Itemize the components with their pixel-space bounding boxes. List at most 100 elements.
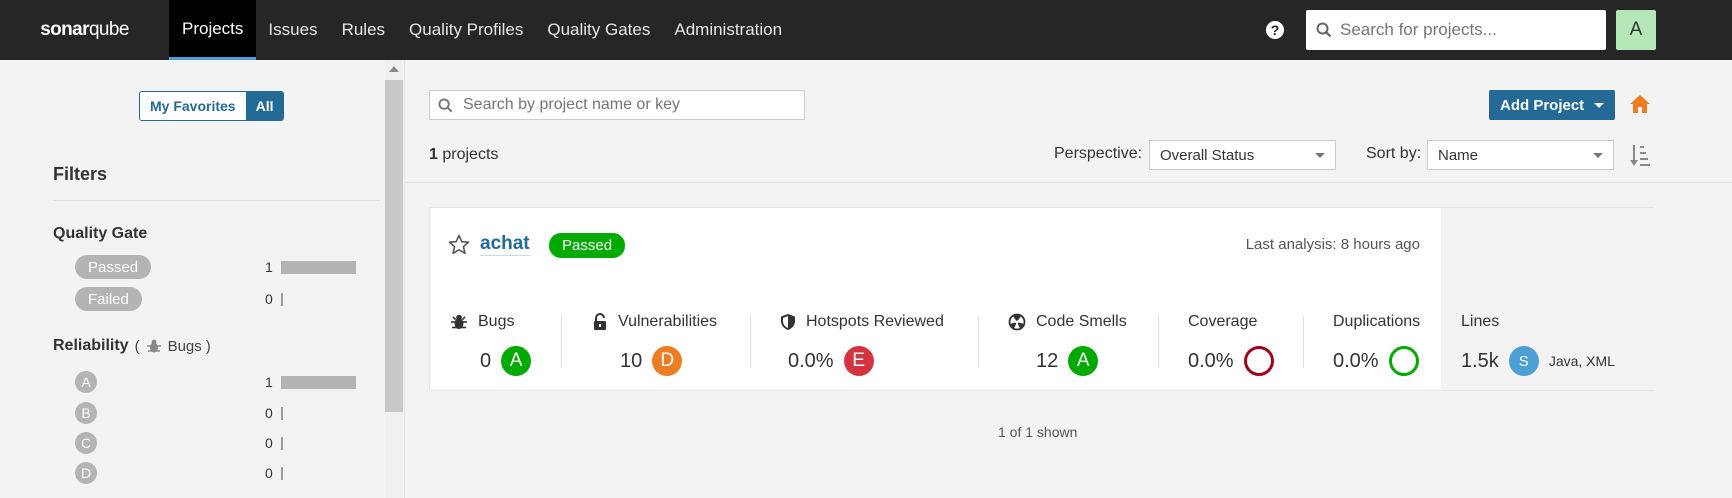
facet-row-rating-c[interactable]: C 0	[75, 430, 357, 456]
measure-duplications[interactable]: Duplications 0.0%	[1333, 312, 1421, 376]
logo-text-bold: sonar	[40, 19, 89, 40]
measure-separator	[978, 316, 979, 368]
global-search-box[interactable]	[1306, 10, 1606, 50]
top-navbar: sonar qube Projects Issues Rules Quality …	[0, 0, 1732, 60]
add-project-label: Add Project	[1500, 96, 1585, 114]
facet-bar	[281, 292, 283, 306]
measure-value: 0.0%	[1188, 346, 1274, 376]
measure-bugs[interactable]: Bugs 0 A	[450, 312, 532, 376]
scroll-up-arrow-icon[interactable]	[389, 66, 399, 72]
code-smells-value: 12	[1036, 349, 1059, 372]
project-search-input[interactable]	[463, 96, 793, 114]
project-search-box[interactable]	[429, 90, 805, 120]
measure-separator	[1303, 316, 1304, 368]
facet-count: 0	[265, 405, 273, 421]
header-divider	[405, 182, 1732, 183]
nav-quality-profiles[interactable]: Quality Profiles	[397, 0, 535, 60]
facet-row-rating-b[interactable]: B 0	[75, 400, 357, 426]
favorites-toggle: My Favorites All	[139, 91, 285, 121]
reliability-close-paren: )	[205, 337, 211, 355]
bug-icon	[451, 314, 467, 329]
bug-icon	[146, 339, 161, 353]
project-name-link[interactable]: achat	[480, 233, 530, 256]
facet-count: 0	[265, 465, 273, 481]
lock-icon	[594, 313, 606, 330]
home-icon[interactable]	[1629, 94, 1651, 114]
nav-administration[interactable]: Administration	[662, 0, 794, 60]
star-icon[interactable]	[448, 234, 470, 255]
measure-label: Bugs	[450, 312, 514, 332]
measure-label: Code Smells	[1008, 312, 1127, 332]
facet-bar	[281, 375, 356, 389]
measure-separator	[750, 316, 751, 368]
quality-gate-facet-title: Quality Gate	[53, 225, 148, 242]
sort-by-label: Sort by:	[1366, 145, 1422, 162]
coverage-label: Coverage	[1188, 313, 1258, 330]
sonarqube-logo[interactable]: sonar qube	[0, 0, 169, 60]
measure-vulnerabilities[interactable]: Vulnerabilities 10 D	[592, 312, 717, 376]
nav-issues[interactable]: Issues	[256, 0, 329, 60]
measure-label: Coverage	[1188, 312, 1257, 332]
logo-text-thin: qube	[88, 19, 129, 40]
last-analysis: Last analysis: 8 hours ago	[1245, 236, 1420, 253]
duplications-label: Duplications	[1333, 313, 1421, 330]
filters-divider	[53, 200, 380, 201]
filters-sidebar: My Favorites All Filters Quality Gate Pa…	[0, 60, 386, 498]
help-icon[interactable]: ?	[1266, 21, 1284, 39]
nav-projects[interactable]: Projects	[169, 0, 257, 60]
shield-icon	[781, 314, 795, 330]
duplications-ring-icon	[1388, 346, 1419, 376]
vulnerabilities-label: Vulnerabilities	[618, 313, 718, 330]
code-smells-label: Code Smells	[1036, 313, 1127, 330]
projects-count-word: projects	[442, 146, 499, 163]
measure-value: 1.5k S Java, XML	[1461, 346, 1615, 376]
facet-row-failed[interactable]: Failed 0	[75, 286, 357, 312]
bugs-value: 0	[480, 349, 492, 372]
facet-row-rating-a[interactable]: A 1	[75, 369, 357, 395]
facet-count: 1	[265, 374, 273, 390]
perspective-label: Perspective:	[1054, 145, 1143, 162]
measure-lines[interactable]: Lines 1.5k S Java, XML	[1461, 312, 1615, 376]
facet-option-rating-c: C	[75, 432, 97, 454]
scroll-thumb[interactable]	[385, 80, 403, 412]
facet-option-rating-d: D	[75, 462, 97, 484]
measure-code-smells[interactable]: Code Smells 12 A	[1008, 312, 1127, 376]
nav-quality-gates[interactable]: Quality Gates	[535, 0, 662, 60]
rating-badge-a: A	[1068, 346, 1099, 376]
facet-row-rating-d[interactable]: D 0	[75, 460, 357, 486]
coverage-value: 0.0%	[1188, 349, 1234, 372]
search-icon	[1316, 22, 1332, 38]
rating-badge-d: D	[652, 346, 683, 376]
measure-value: 0.0%	[1333, 346, 1419, 376]
facet-option-rating-b: B	[75, 402, 97, 424]
chevron-down-icon	[1594, 102, 1605, 108]
perspective-select[interactable]: Overall Status	[1149, 140, 1336, 170]
measure-coverage[interactable]: Coverage 0.0%	[1188, 312, 1274, 376]
all-button[interactable]: All	[245, 92, 284, 120]
measure-label: Lines	[1461, 312, 1499, 332]
global-search-input[interactable]	[1340, 20, 1600, 40]
measure-value: 0 A	[480, 346, 532, 376]
reliability-sub-label: Bugs	[167, 337, 202, 355]
sidebar-divider	[404, 60, 405, 498]
my-favorites-button[interactable]: My Favorites	[140, 92, 246, 120]
search-icon	[438, 97, 453, 112]
measure-hotspots-reviewed[interactable]: Hotspots Reviewed 0.0% E	[780, 312, 944, 376]
user-avatar[interactable]: A	[1616, 10, 1656, 50]
sort-by-value: Name	[1438, 146, 1479, 164]
hotspots-label: Hotspots Reviewed	[806, 313, 944, 330]
measure-value: 10 D	[620, 346, 683, 376]
measure-separator	[561, 316, 562, 368]
nav-rules[interactable]: Rules	[330, 0, 397, 60]
chevron-down-icon	[1593, 153, 1603, 158]
facet-bar	[281, 466, 283, 480]
facet-option-rating-a: A	[75, 371, 97, 393]
add-project-button[interactable]: Add Project	[1489, 90, 1615, 120]
sort-direction-icon[interactable]	[1629, 143, 1651, 167]
measure-label: Vulnerabilities	[592, 312, 717, 332]
sort-by-select[interactable]: Name	[1427, 140, 1614, 170]
chevron-down-icon	[1315, 153, 1325, 158]
facet-row-passed[interactable]: Passed 1	[75, 254, 357, 280]
project-card: achat Passed Last analysis: 8 hours ago …	[429, 207, 1654, 391]
sidebar-scrollbar[interactable]	[385, 60, 403, 498]
